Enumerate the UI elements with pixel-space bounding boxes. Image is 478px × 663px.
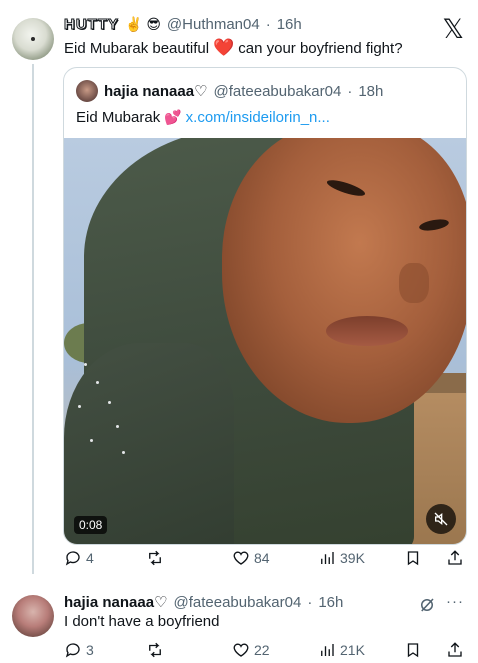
shoulder [64,343,234,544]
like-button[interactable]: 84 [232,549,270,567]
reply-tweet-avatar[interactable] [12,595,54,637]
reply-button[interactable]: 3 [64,641,94,659]
video-player[interactable]: 0:08 [64,138,466,544]
separator-dot: · [347,82,353,100]
views-count: 21K [340,642,365,658]
sequin [78,405,81,408]
reply-tweet-time[interactable]: 16h [318,594,343,611]
reply-button[interactable]: 4 [64,549,94,567]
main-tweet-text-after: can your boyfriend fight? [238,39,403,57]
reply-tweet-actions: 3 22 21K [64,638,468,662]
main-tweet-avatar[interactable] [12,18,54,60]
sequin [84,363,87,366]
quoted-tweet-link[interactable]: x.com/insideilorin_n... [186,109,330,126]
share-icon [448,550,462,565]
reply-count: 4 [86,550,94,566]
bookmark-icon [407,551,419,566]
grok-icon[interactable] [418,596,436,614]
views-button[interactable]: 39K [318,549,365,567]
main-tweet-name-emojis: ✌️ 😎 [125,16,161,32]
main-tweet-text-before: Eid Mubarak beautiful [64,39,210,57]
quoted-tweet-time: 18h [358,82,384,100]
bar-chart-icon [321,644,334,656]
bar-chart-icon [321,552,334,564]
reply-tweet-display-name[interactable]: hajia nanaaa [64,594,154,611]
more-options-icon[interactable]: ··· [446,593,464,610]
share-icon [448,642,462,657]
separator-dot: · [265,16,271,33]
red-heart-emoji: ❤️ [213,38,235,57]
sequin [108,401,111,404]
share-button[interactable] [446,549,464,567]
lips [326,316,408,346]
repost-button[interactable] [146,549,168,567]
separator-dot: · [307,593,313,611]
bookmark-button[interactable] [404,641,422,659]
sequin [122,451,125,454]
speaker-muted-icon [434,512,448,526]
quoted-tweet-handle: @fateeabubakar04 [213,82,342,100]
quoted-tweet-card[interactable]: hajia nanaaa ♡ @fateeabubakar04 · 18h Eid… [63,67,467,545]
heart-icon [233,551,249,565]
reply-tweet-header: hajia nanaaa ♡ @fateeabubakar04 · 16h [64,593,343,612]
bookmark-button[interactable] [404,549,422,567]
quoted-tweet-text: Eid Mubarak 💕 x.com/insideilorin_n... [76,109,330,126]
main-tweet-handle[interactable]: @Huthman04 [167,16,260,33]
reply-count: 3 [86,642,94,658]
x-logo-icon: 𝕏 [442,14,464,45]
like-count: 22 [254,642,270,658]
mute-button[interactable] [426,504,456,534]
reply-icon [65,551,80,566]
heart-outline-icon: ♡ [154,594,168,611]
quoted-tweet-header: hajia nanaaa ♡ @fateeabubakar04 · 18h [76,80,383,102]
quoted-tweet-text-body: Eid Mubarak [76,109,161,126]
reply-tweet-handle[interactable]: @fateeabubakar04 [174,594,302,611]
sequin [90,439,93,442]
views-count: 39K [340,550,365,566]
sequin [116,425,119,428]
pink-heart-emoji: 💕 [164,109,182,125]
quoted-tweet-display-name: hajia nanaaa [104,82,195,100]
video-timestamp: 0:08 [74,516,108,534]
repost-icon [149,550,161,566]
sequin [96,381,99,384]
like-count: 84 [254,550,270,566]
main-tweet-header: HUTTY ✌️ 😎 @Huthman04 · 16h [64,16,302,34]
thread-line [32,64,34,574]
reply-icon [65,643,80,658]
repost-button[interactable] [146,641,168,659]
main-tweet-text: Eid Mubarak beautiful ❤️ can your boyfri… [64,38,403,58]
quoted-tweet-avatar [76,80,98,102]
reply-tweet-text: I don't have a boyfriend [64,613,220,630]
nose [399,263,429,303]
repost-icon [149,642,161,658]
views-button[interactable]: 21K [318,641,365,659]
like-button[interactable]: 22 [232,641,270,659]
main-tweet-actions: 4 84 39K [64,546,468,570]
heart-icon [233,643,249,657]
bookmark-icon [407,643,419,658]
heart-outline-icon: ♡ [194,83,208,100]
main-tweet-display-name[interactable]: HUTTY [64,16,119,34]
main-tweet-time[interactable]: 16h [277,16,302,33]
share-button[interactable] [446,641,464,659]
